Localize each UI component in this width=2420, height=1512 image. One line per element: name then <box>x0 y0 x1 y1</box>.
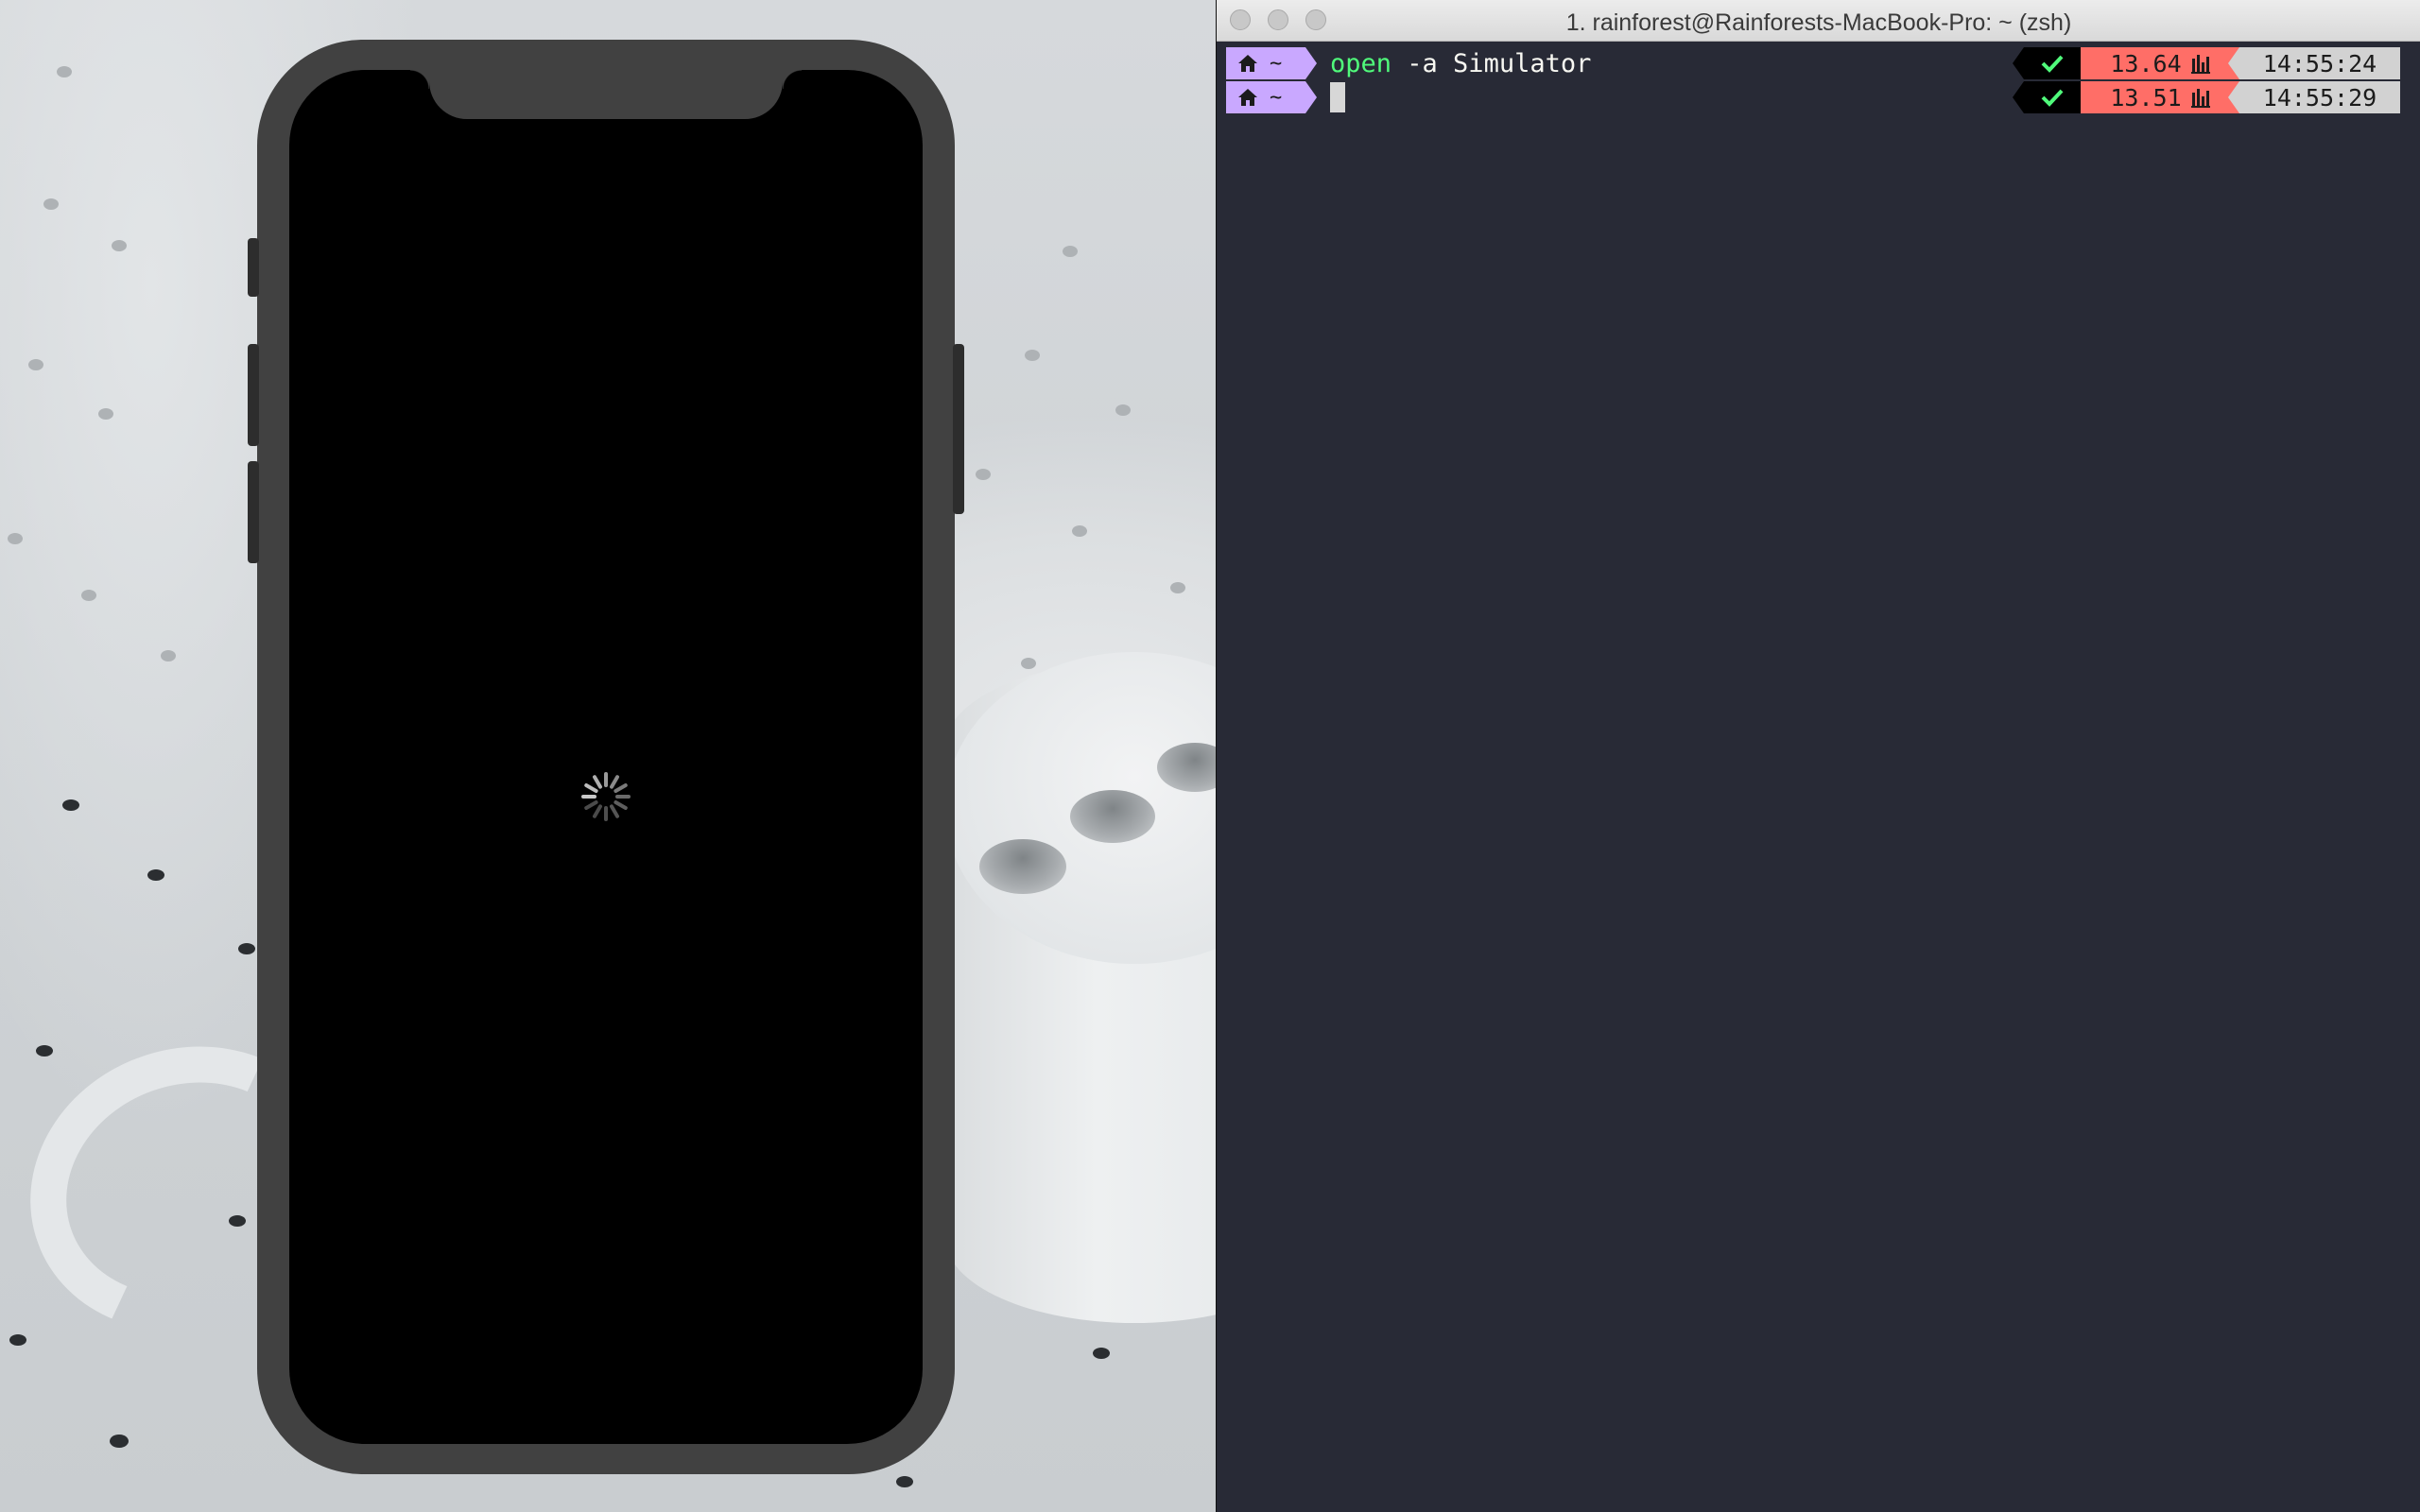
wallpaper-peg <box>1093 1348 1110 1359</box>
wallpaper-hole <box>979 839 1066 894</box>
prompt-directory: ~ <box>1270 85 1283 110</box>
prompt-directory-segment: ~ <box>1226 81 1317 113</box>
wallpaper-peg <box>238 943 255 954</box>
checkmark-icon <box>2041 55 2064 73</box>
load-average: 13.51 <box>2110 83 2182 112</box>
wallpaper-peg <box>229 1215 246 1227</box>
wallpaper-peg <box>112 240 127 251</box>
home-icon <box>1238 55 1257 72</box>
wallpaper-hole <box>1070 790 1155 843</box>
wallpaper-peg <box>43 198 59 210</box>
home-icon <box>1238 89 1257 106</box>
right-prompt: 13.64 14:55:24 <box>2013 47 2400 79</box>
activity-spinner-icon <box>581 772 631 821</box>
status-segment <box>2013 81 2081 113</box>
volume-down-button[interactable] <box>248 461 259 563</box>
terminal-line: ~ <box>1226 81 1345 113</box>
prompt-time: 14:55:24 <box>2262 49 2377 77</box>
wallpaper-peg <box>161 650 176 662</box>
prompt-directory-segment: ~ <box>1226 47 1317 79</box>
wallpaper-peg <box>98 408 113 420</box>
iphone-simulator-device[interactable] <box>248 40 964 1474</box>
bar-chart-icon <box>2190 87 2210 108</box>
load-segment: 13.64 <box>2081 47 2239 79</box>
wallpaper-peg <box>8 533 23 544</box>
wallpaper-peg <box>57 66 72 77</box>
command-args: -a Simulator <box>1392 48 1592 78</box>
command-text: open -a Simulator <box>1330 49 1591 78</box>
terminal-line: ~ open -a Simulator <box>1226 47 1591 79</box>
wallpaper-peg <box>81 590 96 601</box>
prompt-time: 14:55:29 <box>2262 83 2377 112</box>
status-segment <box>2013 47 2081 79</box>
wallpaper-peg <box>1063 246 1078 257</box>
wallpaper-peg <box>1021 658 1036 669</box>
device-notch <box>410 70 802 119</box>
terminal-titlebar[interactable]: 1. rainforest@Rainforests-MacBook-Pro: ~… <box>1217 0 2420 42</box>
wallpaper-peg <box>1170 582 1185 593</box>
wallpaper-peg <box>62 799 79 811</box>
wallpaper-peg <box>1025 350 1040 361</box>
checkmark-icon <box>2041 89 2064 107</box>
window-title: 1. rainforest@Rainforests-MacBook-Pro: ~… <box>1565 9 2072 36</box>
wallpaper-peg <box>976 469 991 480</box>
power-button[interactable] <box>953 344 964 514</box>
wallpaper-peg <box>9 1334 26 1346</box>
load-average: 13.64 <box>2110 49 2182 77</box>
right-prompt: 13.51 14:55:29 <box>2013 81 2400 113</box>
wallpaper-peg <box>1072 525 1087 537</box>
wallpaper-peg <box>147 869 164 881</box>
terminal-content[interactable]: ~ open -a Simulator 13.64 14:55:24 ~ 13.… <box>1217 42 2420 1512</box>
wallpaper-peg <box>36 1045 53 1057</box>
text-cursor <box>1330 82 1345 112</box>
command-keyword: open <box>1330 48 1392 78</box>
time-segment: 14:55:24 <box>2228 47 2400 79</box>
prompt-directory: ~ <box>1270 51 1283 76</box>
mute-switch[interactable] <box>248 238 259 297</box>
bar-chart-icon <box>2190 53 2210 74</box>
wallpaper-peg <box>896 1476 913 1487</box>
time-segment: 14:55:29 <box>2228 81 2400 113</box>
terminal-window[interactable]: 1. rainforest@Rainforests-MacBook-Pro: ~… <box>1216 0 2420 1512</box>
load-segment: 13.51 <box>2081 81 2239 113</box>
wallpaper-peg <box>110 1435 129 1448</box>
volume-up-button[interactable] <box>248 344 259 446</box>
simulator-screen[interactable] <box>289 70 923 1444</box>
wallpaper-peg <box>28 359 43 370</box>
wallpaper-peg <box>1115 404 1131 416</box>
